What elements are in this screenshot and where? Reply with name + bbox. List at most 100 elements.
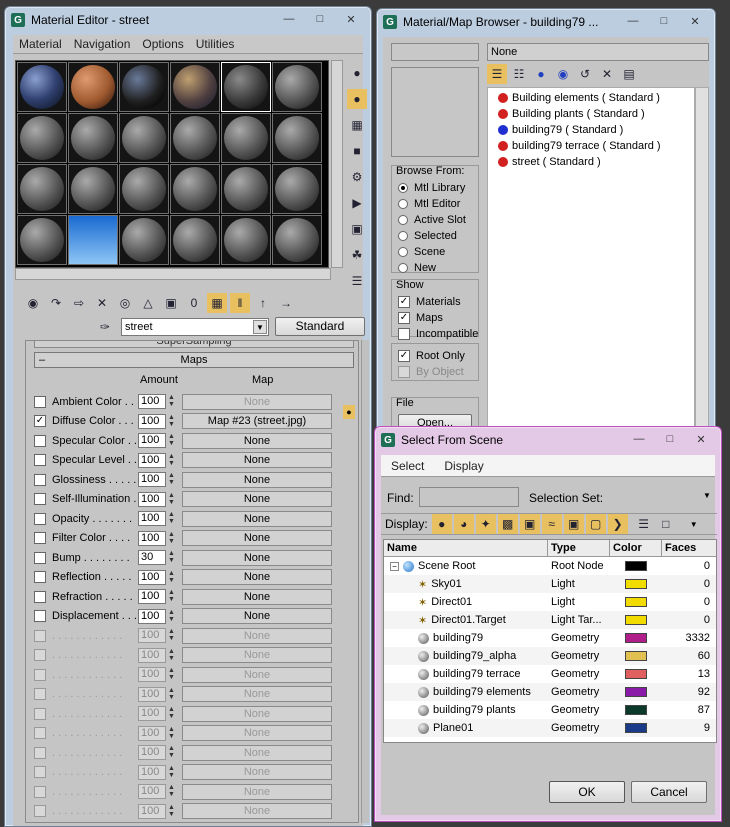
map-enable-checkbox[interactable]	[34, 649, 46, 661]
map-amount-field[interactable]: 100	[138, 608, 166, 624]
show-option[interactable]: Incompatible	[398, 326, 478, 342]
select-by-material-icon[interactable]: ☘	[347, 245, 367, 265]
material-effects-channel-icon[interactable]: 0	[184, 293, 204, 313]
go-forward-to-sibling-icon[interactable]: →	[276, 293, 296, 313]
map-enable-checkbox[interactable]	[34, 395, 46, 408]
map-enable-checkbox[interactable]	[34, 473, 46, 486]
table-row[interactable]: ✶ Sky01 Light 0	[384, 575, 716, 593]
map-amount-field[interactable]: 100	[138, 569, 166, 585]
browse-from-option[interactable]: New	[398, 260, 466, 276]
backlight-icon[interactable]: ●	[347, 89, 367, 109]
root-only-checkbox[interactable]: ✓	[398, 350, 410, 362]
spinner-icon[interactable]: ▲ ▼	[167, 433, 176, 448]
maps-rollout-header[interactable]: – Maps	[34, 352, 354, 368]
browser-list-item[interactable]: Building plants ( Standard )	[488, 106, 694, 122]
pick-material-icon[interactable]: ✑	[95, 317, 115, 337]
spinner-icon[interactable]: ▲ ▼	[167, 628, 176, 643]
map-enable-checkbox[interactable]	[34, 766, 46, 778]
sample-slot[interactable]	[221, 113, 271, 163]
map-slot-button[interactable]: None	[182, 393, 332, 410]
spinner-icon[interactable]: ▲ ▼	[167, 667, 176, 682]
map-amount-field[interactable]: 100	[138, 472, 166, 487]
table-row[interactable]: − Scene Root Root Node 0	[384, 557, 716, 575]
spinner-icon[interactable]: ▲ ▼	[167, 531, 176, 546]
spinner-icon[interactable]: ▲ ▼	[167, 453, 176, 468]
display-lights-icon[interactable]: ✦	[475, 514, 496, 534]
make-copy-icon[interactable]: ◎	[115, 293, 135, 313]
close-icon[interactable]: ✕	[337, 11, 365, 27]
sample-slot[interactable]	[170, 215, 220, 265]
column-color[interactable]: Color	[610, 540, 662, 556]
map-amount-field[interactable]: 100	[138, 686, 166, 702]
map-amount-field[interactable]: 100	[138, 589, 166, 604]
map-slot-button[interactable]: None	[182, 803, 332, 819]
map-slot-button[interactable]: None	[182, 647, 332, 663]
sample-slot[interactable]	[170, 62, 220, 112]
sample-slot[interactable]	[68, 62, 118, 112]
go-to-parent-icon[interactable]: ↑	[253, 293, 273, 313]
display-none-icon[interactable]: □	[656, 514, 676, 534]
map-slot-button[interactable]: None	[182, 510, 332, 527]
map-enable-checkbox[interactable]	[34, 668, 46, 681]
map-amount-field[interactable]: 100	[138, 530, 166, 546]
map-amount-field[interactable]: 100	[138, 725, 166, 741]
by-object-checkbox[interactable]	[398, 366, 410, 378]
minimize-icon[interactable]: —	[625, 431, 653, 447]
column-type[interactable]: Type	[548, 540, 610, 556]
make-preview-icon[interactable]: ▶	[347, 193, 367, 213]
collapse-tree-icon[interactable]: −	[390, 561, 399, 571]
sample-slot[interactable]	[119, 113, 169, 163]
radio-button[interactable]	[398, 247, 408, 257]
map-enable-checkbox[interactable]	[34, 785, 46, 798]
make-unique-icon[interactable]: △	[138, 293, 158, 313]
material-navigator-icon[interactable]: ☰	[347, 271, 367, 291]
map-enable-checkbox[interactable]	[34, 707, 46, 720]
map-amount-field[interactable]: 100	[138, 433, 166, 448]
display-cameras-icon[interactable]: ▩	[497, 514, 518, 534]
display-shapes-icon[interactable]: ◕	[453, 514, 474, 534]
map-amount-field[interactable]: 30	[138, 550, 166, 565]
map-enable-checkbox[interactable]	[34, 746, 46, 759]
spinner-icon[interactable]: ▲ ▼	[167, 784, 176, 799]
map-amount-field[interactable]: 100	[138, 394, 166, 409]
browse-from-option[interactable]: Mtl Editor	[398, 196, 466, 212]
map-slot-button[interactable]: None	[182, 666, 332, 683]
sample-slot[interactable]	[17, 164, 67, 214]
spinner-icon[interactable]: ▲ ▼	[167, 706, 176, 721]
menu-display[interactable]: Display	[434, 459, 493, 473]
map-amount-field[interactable]: 100	[138, 452, 166, 468]
table-row[interactable]: building79 terrace Geometry 13	[384, 665, 716, 683]
sample-uv-icon[interactable]: ■	[347, 141, 367, 161]
table-row[interactable]: ✶ Direct01 Light 0	[384, 593, 716, 611]
sample-slot[interactable]	[68, 215, 118, 265]
update-scene-materials-icon[interactable]: ↺	[575, 64, 595, 84]
sample-slot[interactable]	[68, 113, 118, 163]
browser-titlebar[interactable]: G Material/Map Browser - building79 ... …	[377, 9, 715, 35]
selection-set-dropdown[interactable]: ▼	[703, 491, 711, 500]
display-groups-icon[interactable]: ▣	[563, 514, 584, 534]
reset-map-icon[interactable]: ✕	[92, 293, 112, 313]
select-scene-titlebar[interactable]: G Select From Scene — □ ✕	[375, 427, 721, 453]
spinner-icon[interactable]: ▲ ▼	[167, 550, 176, 565]
table-row[interactable]: building79 elements Geometry 92	[384, 683, 716, 701]
clear-library-icon[interactable]: ▤	[619, 64, 639, 84]
table-row[interactable]: ✶ Direct01.Target Light Tar... 0	[384, 611, 716, 629]
radio-button[interactable]	[398, 199, 408, 209]
map-enable-checkbox[interactable]	[34, 454, 46, 466]
map-slot-button[interactable]: None	[182, 725, 332, 741]
map-enable-checkbox[interactable]	[34, 727, 46, 739]
sample-slot[interactable]	[272, 113, 322, 163]
display-options-dropdown[interactable]: ▼	[690, 520, 698, 529]
video-color-check-icon[interactable]: ⚙	[347, 167, 367, 187]
show-option[interactable]: ✓ Maps	[398, 310, 478, 326]
find-input[interactable]	[419, 487, 519, 507]
map-slot-button[interactable]: None	[182, 705, 332, 722]
sample-slot[interactable]	[170, 164, 220, 214]
view-large-icons-icon[interactable]: ◉	[553, 64, 573, 84]
map-amount-field[interactable]: 100	[138, 764, 166, 780]
spinner-icon[interactable]: ▲ ▼	[167, 472, 176, 487]
spinner-icon[interactable]: ▲ ▼	[167, 726, 176, 741]
map-slot-button[interactable]: None	[182, 627, 332, 644]
browser-list-item[interactable]: street ( Standard )	[488, 154, 694, 170]
map-enable-checkbox[interactable]	[34, 629, 46, 642]
